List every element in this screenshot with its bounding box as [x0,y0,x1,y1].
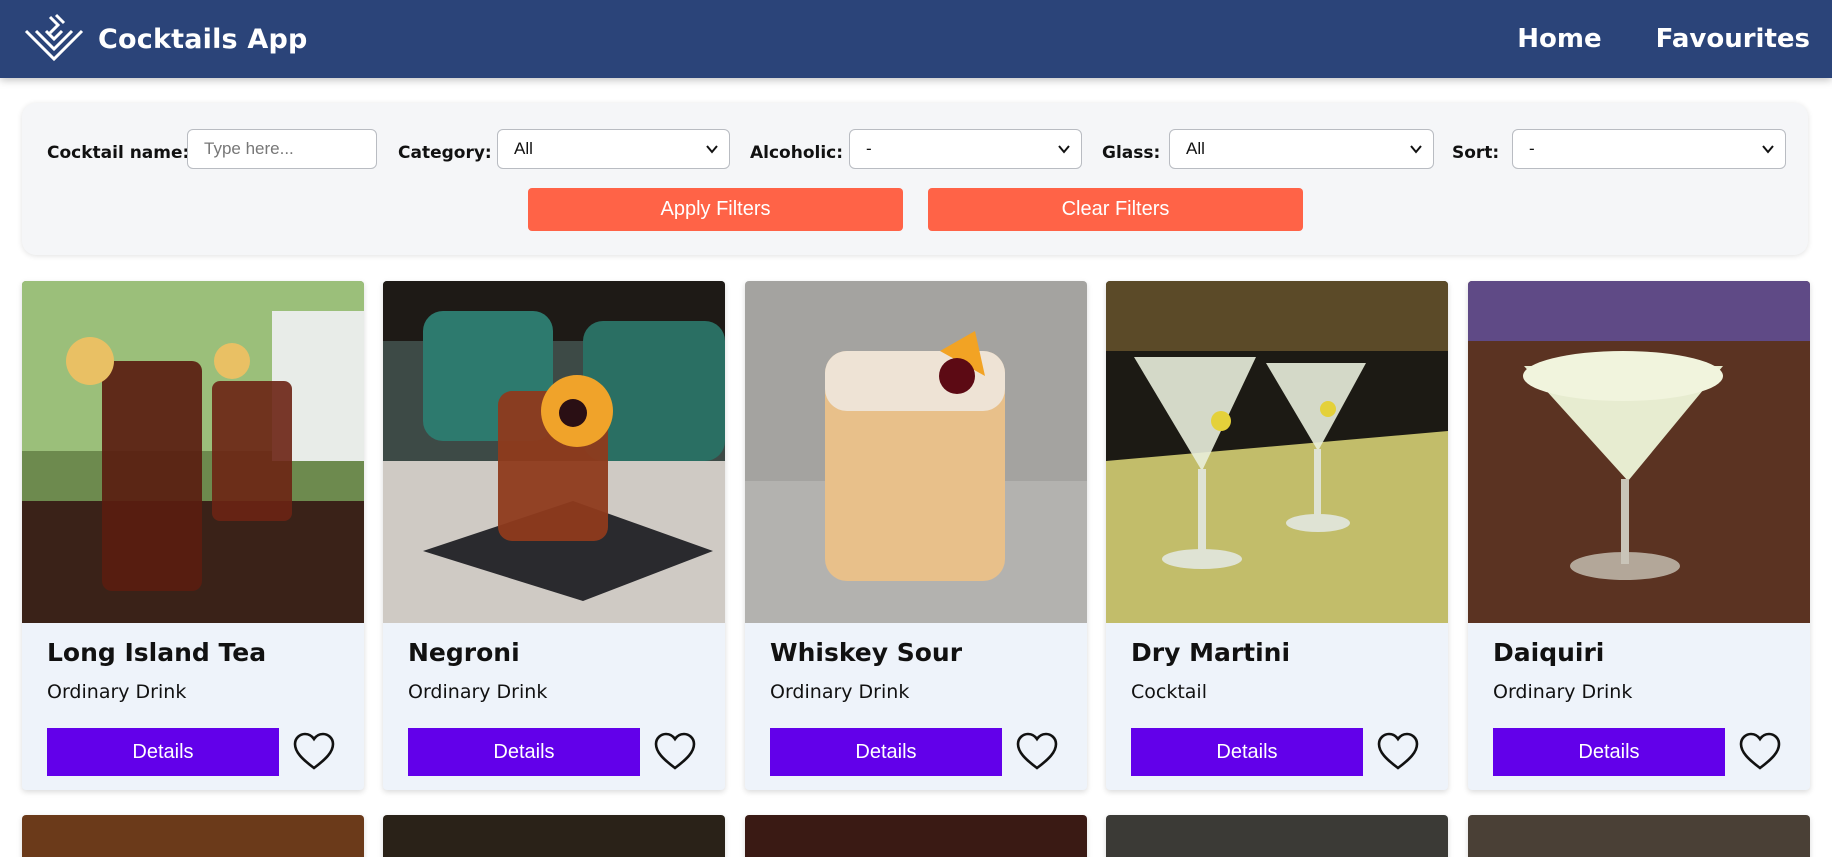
heart-icon[interactable] [1015,730,1059,774]
cocktail-card: Long Island Tea Ordinary Drink Details [22,281,364,790]
chevron-down-icon [1762,145,1774,154]
category-select-value: All [514,139,533,158]
cocktail-name: Daiquiri [1493,638,1605,667]
chevron-down-icon [1410,145,1422,154]
details-button[interactable]: Details [770,728,1002,776]
alcoholic-label: Alcoholic: [750,143,844,163]
apply-filters-button[interactable]: Apply Filters [528,188,903,231]
cocktail-image[interactable] [1468,281,1810,623]
heart-icon[interactable] [653,730,697,774]
cocktail-card-image[interactable] [22,815,364,857]
details-button[interactable]: Details [1131,728,1363,776]
chevron-down-icon [706,145,718,154]
glass-select[interactable]: All [1169,129,1434,169]
app-header: Cocktails App Home Favourites [0,0,1832,78]
cocktail-card: Daiquiri Ordinary Drink Details [1468,281,1810,790]
cocktail-card-image[interactable] [745,815,1087,857]
category-label: Category: [398,143,492,163]
nav-home-link[interactable]: Home [1517,24,1601,54]
cocktail-card-image[interactable] [383,815,725,857]
cocktail-image[interactable] [1106,281,1448,623]
cocktail-category: Ordinary Drink [47,681,187,703]
cocktail-category: Cocktail [1131,681,1207,703]
cocktail-card-image[interactable] [1468,815,1810,857]
sort-label: Sort: [1452,143,1500,163]
heart-icon[interactable] [1738,730,1782,774]
sort-select-value: - [1529,139,1535,158]
cocktail-name: Dry Martini [1131,638,1291,667]
cocktail-category: Ordinary Drink [770,681,910,703]
alcoholic-select-value: - [866,139,872,158]
details-button[interactable]: Details [1493,728,1725,776]
details-button[interactable]: Details [47,728,279,776]
cocktail-name-label: Cocktail name: [47,143,190,163]
app-title[interactable]: Cocktails App [98,24,308,55]
chevron-down-icon [1058,145,1070,154]
details-button[interactable]: Details [408,728,640,776]
cocktail-logo-icon[interactable] [22,13,86,65]
category-select[interactable]: All [497,129,730,169]
nav-favourites-link[interactable]: Favourites [1656,24,1810,54]
heart-icon[interactable] [292,730,336,774]
cocktail-name: Negroni [408,638,520,667]
cocktail-card: Whiskey Sour Ordinary Drink Details [745,281,1087,790]
cocktail-name: Long Island Tea [47,638,267,667]
cocktail-category: Ordinary Drink [1493,681,1633,703]
cocktail-image[interactable] [22,281,364,623]
heart-icon[interactable] [1376,730,1420,774]
cocktail-name: Whiskey Sour [770,638,963,667]
clear-filters-button[interactable]: Clear Filters [928,188,1303,231]
glass-label: Glass: [1102,143,1161,163]
cocktail-card: Dry Martini Cocktail Details [1106,281,1448,790]
sort-select[interactable]: - [1512,129,1786,169]
filters-panel: Cocktail name: Type here... Category: Al… [22,103,1808,255]
glass-select-value: All [1186,139,1205,158]
cocktail-image[interactable] [745,281,1087,623]
cocktail-image[interactable] [383,281,725,623]
cocktail-name-input[interactable]: Type here... [187,129,377,169]
cocktail-card: Negroni Ordinary Drink Details [383,281,725,790]
cocktail-category: Ordinary Drink [408,681,548,703]
alcoholic-select[interactable]: - [849,129,1082,169]
main-nav: Home Favourites [1517,24,1810,54]
cocktail-card-image[interactable] [1106,815,1448,857]
